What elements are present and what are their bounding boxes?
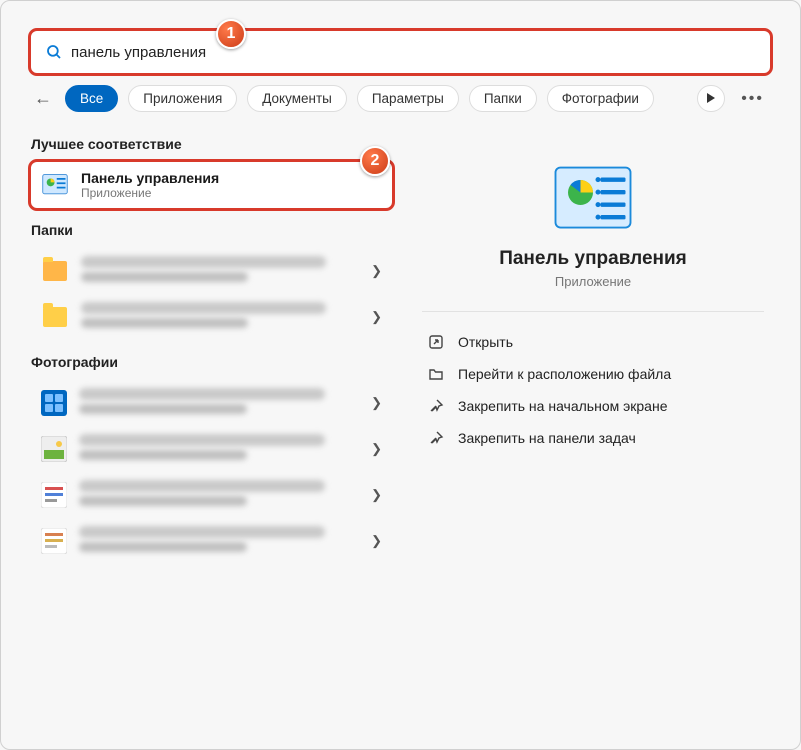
action-pin-start[interactable]: Закрепить на начальном экране (416, 390, 770, 422)
callout-1: 1 (216, 19, 246, 49)
filter-settings[interactable]: Параметры (357, 85, 459, 112)
more-button[interactable]: ••• (735, 86, 770, 112)
chevron-right-icon: ❯ (371, 487, 382, 503)
photo-result[interactable]: ❯ (31, 472, 392, 518)
divider (422, 311, 764, 312)
result-subtitle: Приложение (81, 186, 382, 200)
folder-result[interactable]: ❯ (31, 294, 392, 340)
section-folders: Папки (31, 222, 392, 238)
image-icon (41, 528, 67, 554)
action-pin-taskbar[interactable]: Закрепить на панели задач (416, 422, 770, 454)
action-label: Закрепить на панели задач (458, 430, 636, 446)
section-photos: Фотографии (31, 354, 392, 370)
control-panel-icon (41, 171, 69, 199)
image-icon (41, 436, 67, 462)
play-icon (706, 93, 716, 103)
folder-icon (41, 257, 69, 285)
image-icon (41, 390, 67, 416)
back-button[interactable]: ← (31, 88, 55, 109)
open-icon (428, 334, 444, 350)
filter-all[interactable]: Все (65, 85, 118, 112)
action-open-location[interactable]: Перейти к расположению файла (416, 358, 770, 390)
section-best-match: Лучшее соответствие (31, 136, 392, 152)
folder-icon (41, 303, 69, 331)
folder-result[interactable]: ❯ (31, 248, 392, 294)
search-box[interactable] (31, 31, 770, 73)
filter-documents[interactable]: Документы (247, 85, 347, 112)
action-open[interactable]: Открыть (416, 326, 770, 358)
detail-subtitle: Приложение (416, 274, 770, 289)
callout-2: 2 (360, 146, 390, 176)
photo-result[interactable]: ❯ (31, 518, 392, 564)
play-button[interactable] (697, 85, 725, 112)
search-input[interactable] (63, 44, 756, 61)
chevron-right-icon: ❯ (371, 395, 382, 411)
filter-photos[interactable]: Фотографии (547, 85, 654, 112)
chevron-right-icon: ❯ (371, 441, 382, 457)
control-panel-icon-large (553, 160, 633, 240)
pin-icon (428, 398, 444, 414)
pin-icon (428, 430, 444, 446)
filter-folders[interactable]: Папки (469, 85, 537, 112)
search-icon (45, 43, 63, 61)
action-label: Перейти к расположению файла (458, 366, 671, 382)
filter-bar: ← Все Приложения Документы Параметры Пап… (1, 73, 800, 122)
photo-result[interactable]: ❯ (31, 426, 392, 472)
best-match-result[interactable]: Панель управления Приложение (31, 162, 392, 208)
result-title: Панель управления (81, 170, 382, 186)
chevron-right-icon: ❯ (371, 309, 382, 325)
image-icon (41, 482, 67, 508)
action-label: Закрепить на начальном экране (458, 398, 668, 414)
chevron-right-icon: ❯ (371, 533, 382, 549)
chevron-right-icon: ❯ (371, 263, 382, 279)
detail-title: Панель управления (416, 248, 770, 270)
detail-pane: Панель управления Приложение (416, 160, 770, 289)
action-label: Открыть (458, 334, 513, 350)
folder-icon (428, 366, 444, 382)
photo-result[interactable]: ❯ (31, 380, 392, 426)
filter-apps[interactable]: Приложения (128, 85, 237, 112)
